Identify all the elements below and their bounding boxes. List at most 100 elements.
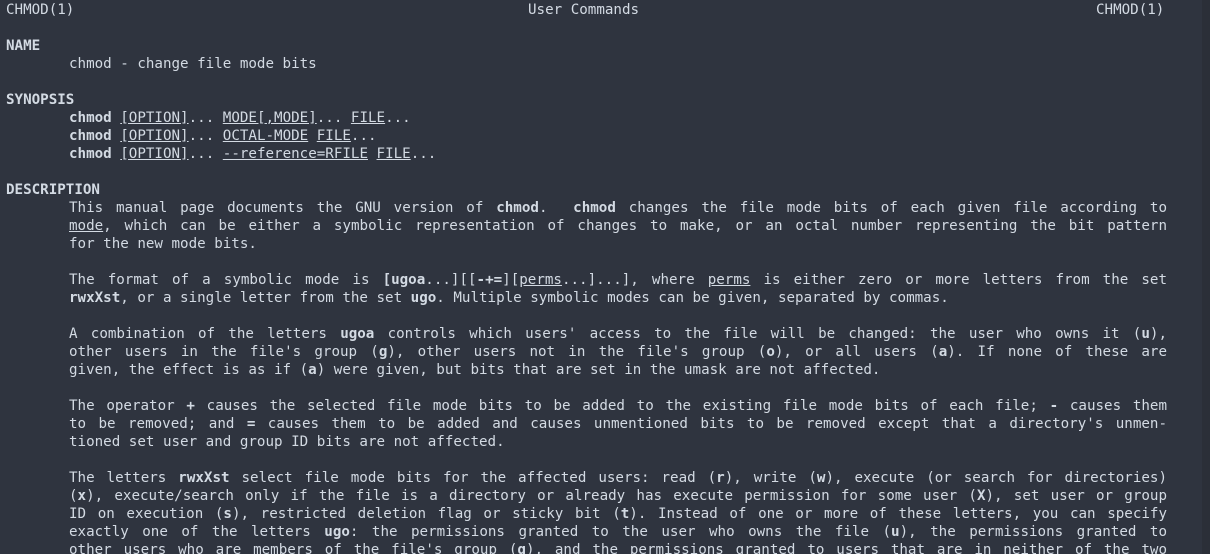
synopsis-cmd: chmod <box>69 128 112 144</box>
desc-p3-line-1: A combination of the letters ugoa contro… <box>69 325 1167 343</box>
text-run: , which can be either a symbolic represe… <box>103 218 1167 234</box>
desc-p2-line-2: rwxXst, or a single letter from the set … <box>69 289 949 307</box>
synopsis-dots: ... <box>385 110 411 126</box>
desc-p4-line-2: to be removed; and = causes them to be a… <box>69 415 1167 433</box>
text-run: other users who are members of the file'… <box>69 542 518 554</box>
text-run: ), restricted deletion flag or sticky bi… <box>231 506 621 522</box>
text-run: changes the file mode bits of each given… <box>615 200 1167 216</box>
desc-p5-line-1: The letters rwxXst select file mode bits… <box>69 469 1167 487</box>
desc-p5-line-4: exactly one of the letters ugo: the perm… <box>69 523 1167 541</box>
header-right-text: CHMOD(1) <box>1096 2 1165 18</box>
text-run: causes them <box>1058 398 1168 414</box>
text-run-underline: perms <box>519 272 562 288</box>
text-run: . <box>538 200 561 216</box>
text-run: other users in the file's group ( <box>69 344 379 360</box>
text-run-bold: chmod <box>573 200 616 216</box>
text-run: ][ <box>502 272 520 288</box>
synopsis-octal-mode: OCTAL-MODE <box>222 128 309 144</box>
text-run-bold: u <box>1141 326 1150 342</box>
text-run: exactly one of the letters <box>69 524 325 540</box>
desc-p1-line-1: This manual page documents the GNU versi… <box>69 199 1167 217</box>
text-run: select file mode bits for the affected u… <box>229 470 717 486</box>
text-run-bold: u <box>891 524 900 540</box>
text-run: causes them to be added and causes unmen… <box>255 416 1167 432</box>
text-run: ). If none of these are <box>947 344 1167 360</box>
synopsis-cmd: chmod <box>69 146 112 162</box>
text-run: ...][[ <box>425 272 477 288</box>
text-run: ID on execution ( <box>69 506 224 522</box>
desc-p4-line-1: The operator + causes the selected file … <box>69 397 1167 415</box>
synopsis-line-1: chmod [OPTION]... MODE[,MODE]... FILE... <box>69 109 411 127</box>
desc-p3-line-2: other users in the file's group (g), oth… <box>69 343 1167 361</box>
text-run-bold: a <box>938 344 948 360</box>
synopsis-dots: ... <box>350 128 377 144</box>
text-run: to be removed; and <box>69 416 247 432</box>
text-run: A combination of the letters <box>69 326 341 342</box>
text-run: given, the effect is as if ( <box>69 362 309 378</box>
synopsis-dots: ... <box>188 110 215 126</box>
heading-text: DESCRIPTION <box>6 182 100 198</box>
man-header-center: User Commands <box>528 1 639 19</box>
heading-text: NAME <box>6 38 41 54</box>
text-run: : the permissions granted to the user wh… <box>349 524 892 540</box>
man-header-left: CHMOD(1) <box>6 1 74 19</box>
synopsis-dots: ... <box>188 128 215 144</box>
synopsis-cmd: chmod <box>69 110 112 126</box>
synopsis-file: FILE <box>316 128 351 144</box>
section-heading-synopsis: SYNOPSIS <box>6 91 74 109</box>
text-run: ), and the permissions granted to users … <box>525 542 1167 554</box>
text-run-bold: o <box>766 344 775 360</box>
terminal-window[interactable]: CHMOD(1) User Commands CHMOD(1) NAME chm… <box>0 0 1198 554</box>
section-heading-name: NAME <box>6 37 40 55</box>
text-run-bold: ugo <box>324 524 350 540</box>
desc-p1-line-3: for the new mode bits. <box>69 235 257 253</box>
section-heading-description: DESCRIPTION <box>6 181 100 199</box>
desc-p5-line-5: other users who are members of the file'… <box>69 541 1167 554</box>
text-run-underline: perms <box>707 272 751 288</box>
synopsis-dots: ... <box>188 146 215 162</box>
desc-p5-line-2: (x), execute/search only if the file is … <box>69 487 1167 505</box>
text-run: ), execute/search only if the file is a … <box>86 488 977 504</box>
synopsis-file: FILE <box>376 146 411 162</box>
text-run: The format of a symbolic mode is <box>69 272 383 288</box>
text-run-underline: mode <box>69 218 104 234</box>
synopsis-option: [OPTION] <box>120 146 189 162</box>
text-run: ), or all users ( <box>774 344 939 360</box>
header-center-text: User Commands <box>528 2 640 18</box>
text-run-bold: ugo <box>410 290 437 306</box>
text-run: ), set user or group <box>985 488 1167 504</box>
desc-p5-line-3: ID on execution (s), restricted deletion… <box>69 505 1167 523</box>
synopsis-mode: MODE[,MODE] <box>222 110 317 126</box>
text-run: controls which users' access to the file… <box>374 326 1142 342</box>
text-run: This manual page documents the GNU versi… <box>69 200 497 216</box>
text-run: The letters <box>69 470 179 486</box>
text-run-bold: X <box>976 488 986 504</box>
text-run: . Multiple symbolic modes can be given, … <box>436 290 949 306</box>
synopsis-reference: --reference=RFILE <box>222 146 368 162</box>
text-run-bold: rwxXst <box>69 290 121 306</box>
text-run-bold: [ugoa <box>382 272 426 288</box>
man-header-right: CHMOD(1) <box>1096 1 1164 19</box>
header-left-text: CHMOD(1) <box>6 2 75 18</box>
text-run-bold: - <box>1049 398 1059 414</box>
text-run-bold: s <box>223 506 232 522</box>
desc-p2-line-1: The format of a symbolic mode is [ugoa..… <box>69 271 1167 289</box>
text-run: ...]...], where <box>561 272 708 288</box>
text-run: , or a single letter from the set <box>120 290 411 306</box>
desc-p1-line-2: mode, which can be either a symbolic rep… <box>69 217 1167 235</box>
text-run-bold: x <box>77 488 87 504</box>
text-run: ), other users not in the file's group ( <box>387 344 767 360</box>
synopsis-dots: ... <box>410 146 437 162</box>
name-text: chmod - change file mode bits <box>69 56 317 72</box>
text-run-bold: chmod <box>496 200 539 216</box>
text-run-bold: ugoa <box>340 326 375 342</box>
name-line: chmod - change file mode bits <box>69 55 317 73</box>
text-run-bold: + <box>186 398 195 414</box>
terminal-scrollbar[interactable] <box>1202 0 1210 554</box>
text-run-bold: t <box>620 506 630 522</box>
synopsis-line-3: chmod [OPTION]... --reference=RFILE FILE… <box>69 145 436 163</box>
text-run: for the new mode bits. <box>69 236 257 252</box>
text-run: The operator <box>69 398 187 414</box>
text-run: is either zero or more letters from the … <box>750 272 1167 288</box>
text-run: ), execute (or search for directories) <box>825 470 1167 486</box>
